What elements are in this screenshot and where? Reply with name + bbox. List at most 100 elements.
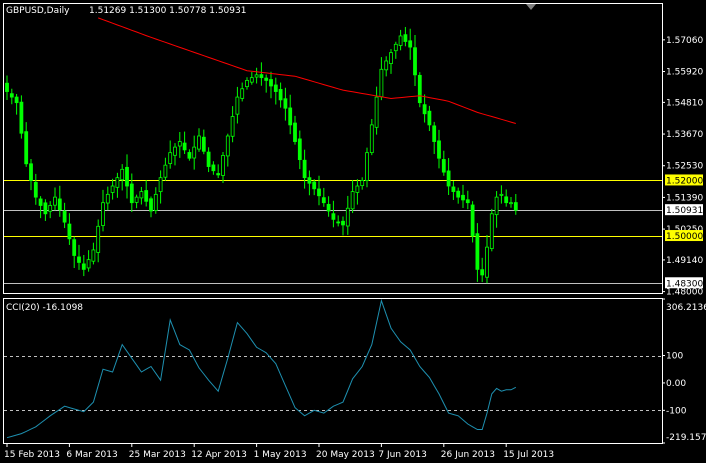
candle-body: [441, 159, 446, 173]
candle-body: [67, 223, 72, 240]
chart-root: 1.57060 1.55920 1.54810 1.53670 1.52530 1.513…: [0, 0, 706, 463]
candle-body: [326, 203, 331, 212]
candle-body: [9, 93, 14, 98]
cci-tick-label: 100: [666, 352, 683, 362]
candle-body: [427, 110, 432, 126]
time-tick-label: 25 Mar 2013: [129, 450, 186, 460]
candle-body: [456, 190, 461, 198]
candle-body: [297, 138, 302, 161]
ohlc-label: 1.51269 1.51300 1.50778 1.50931: [89, 6, 246, 16]
candle-body: [398, 35, 403, 46]
candle-body: [91, 249, 96, 262]
candle-body: [206, 151, 211, 167]
candle-body: [369, 124, 374, 154]
candle-body: [110, 185, 115, 193]
candle-body: [499, 193, 504, 196]
candle-body: [269, 79, 273, 87]
candle-body: [115, 177, 120, 188]
candle-body: [278, 88, 283, 101]
candle-body: [211, 164, 216, 172]
price-axis: 1.57060 1.55920 1.54810 1.53670 1.52530 1.513…: [662, 36, 703, 298]
candle-body: [465, 199, 470, 204]
candle-body: [341, 220, 345, 226]
candle-body: [201, 136, 206, 152]
candle-body: [336, 221, 341, 224]
symbol-label: GBPUSD,Daily: [6, 6, 70, 16]
candle-body: [101, 202, 105, 226]
candle-body: [485, 246, 489, 278]
cci-tick-label: -100: [666, 406, 687, 416]
candle-body: [470, 204, 475, 237]
price-tick-label: 1.57060: [666, 36, 703, 46]
time-tick-label: 20 May 2013: [316, 450, 375, 460]
candle-body: [221, 155, 225, 176]
candle-body: [302, 159, 307, 179]
candle-body: [432, 125, 437, 142]
candle-body: [393, 43, 398, 52]
candle-body: [182, 142, 187, 151]
candle-body: [307, 177, 312, 184]
price-tick-label: 1.54810: [666, 98, 703, 108]
candle-body: [197, 135, 201, 150]
chart-background: [0, 0, 706, 463]
candle-body: [374, 96, 379, 128]
candle-body: [345, 207, 350, 227]
candle-body: [125, 166, 129, 187]
candle-body: [350, 191, 355, 210]
candle-body: [163, 164, 168, 178]
candle-body: [461, 194, 465, 201]
candle-body: [249, 77, 254, 83]
candle-body: [120, 168, 125, 181]
candle-body: [254, 74, 259, 78]
candle-body: [96, 225, 101, 253]
cci-title: CCI(20) -16.1098: [6, 303, 83, 313]
price-tick-label: 1.55920: [666, 68, 703, 78]
candle-body: [43, 202, 48, 215]
candle: [470, 201, 475, 243]
candle: [489, 208, 494, 252]
candle-body: [403, 34, 408, 42]
candle-body: [384, 60, 389, 71]
time-tick-label: 7 Jun 2013: [378, 450, 426, 460]
candle-body: [81, 263, 86, 270]
candle-body: [53, 196, 57, 206]
candle: [19, 95, 24, 139]
candle-body: [259, 74, 264, 79]
price-tag-label: 1.48300: [666, 279, 703, 289]
candle-body: [293, 122, 297, 142]
time-tick-label: 15 Feb 2013: [4, 450, 60, 460]
price-tag-label: 1.50931: [666, 206, 703, 216]
candle-body: [489, 213, 494, 249]
price-tick-label: 1.53670: [666, 130, 703, 140]
candle-body: [422, 104, 427, 115]
candle-body: [240, 88, 245, 99]
candle-body: [153, 193, 158, 211]
candle-body: [134, 196, 139, 203]
candle-body: [365, 152, 369, 181]
candle-body: [158, 177, 163, 193]
cci-tick-label: 0.00: [666, 379, 686, 389]
candle-body: [355, 185, 360, 193]
candle-body: [105, 193, 110, 204]
candle-body: [264, 77, 269, 81]
candle-body: [413, 47, 417, 76]
price-tick-label: 1.51390: [666, 193, 703, 203]
candle-body: [475, 233, 480, 270]
candle-body: [29, 163, 33, 181]
candle-body: [389, 52, 393, 64]
time-tick-label: 26 Jun 2013: [441, 450, 495, 460]
price-tick-label: 1.49140: [666, 256, 703, 266]
time-tick-label: 6 Mar 2013: [66, 450, 117, 460]
time-tick-label: 12 Apr 2013: [191, 450, 247, 460]
candle-body: [216, 173, 221, 176]
candle-body: [245, 80, 249, 88]
time-tick-label: 15 Jul 2013: [503, 450, 554, 460]
candle-body: [19, 101, 24, 134]
candle-body: [494, 196, 499, 216]
candle-body: [5, 82, 9, 92]
candle-body: [177, 141, 182, 147]
candle-body: [437, 140, 441, 159]
candle-body: [235, 96, 240, 115]
candle-body: [192, 146, 197, 159]
candle-body: [283, 98, 288, 109]
